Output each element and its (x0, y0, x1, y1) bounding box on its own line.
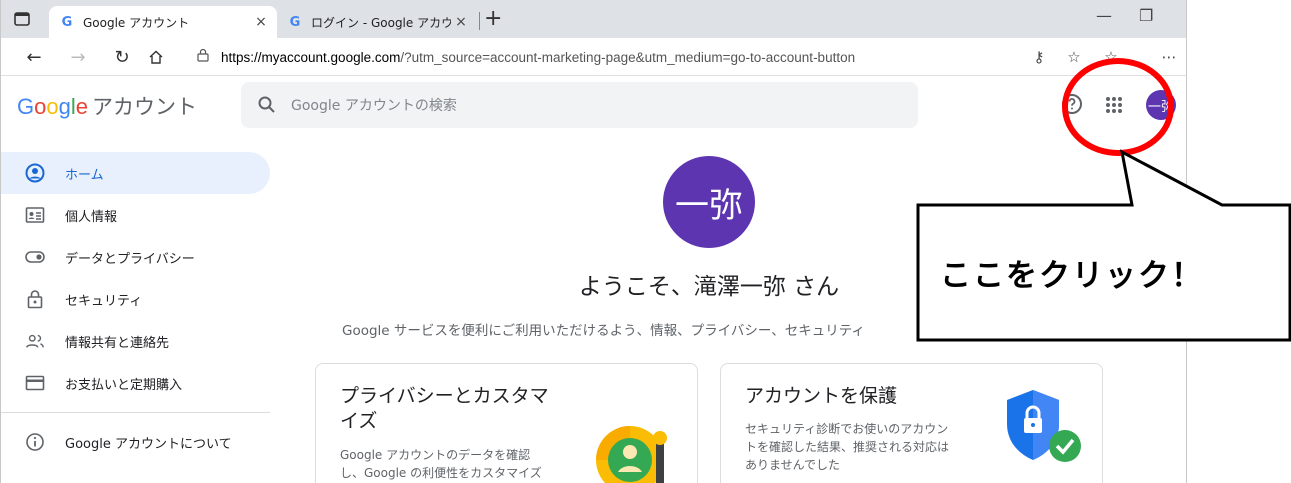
info-icon (25, 432, 45, 452)
new-tab-button[interactable]: + (484, 8, 502, 30)
sidebar-item-label: 個人情報 (65, 209, 118, 225)
sidebar-item-label: セキュリティ (65, 293, 143, 309)
card-description-cont: ありませんでした (745, 458, 841, 472)
minimize-icon[interactable]: — (1096, 6, 1112, 25)
key-icon[interactable]: ⚷ (1029, 47, 1049, 67)
toggle-icon (25, 247, 45, 267)
add-favorite-icon[interactable]: ☆ (1064, 47, 1084, 67)
window-menu-icon[interactable] (13, 10, 31, 28)
back-arrow-icon[interactable]: ← (23, 46, 45, 68)
tab-divider (479, 12, 480, 30)
home-icon[interactable] (145, 46, 167, 68)
callout-text: ここをクリック！ (940, 258, 1204, 294)
lock-icon (197, 48, 211, 66)
account-header: Google アカウント Google アカウントの検索 一弥 (1, 77, 1186, 139)
sidebar-item-label: ホーム (65, 167, 104, 183)
sidebar-item-label: データとプライバシー (65, 251, 195, 267)
sidebar-item-label: Google アカウントについて (65, 436, 232, 452)
tab-google-account[interactable]: G Google アカウント × (49, 6, 277, 38)
sidebar-item-about[interactable]: Google アカウントについて (1, 421, 276, 463)
sidebar-nav: ホーム 個人情報 データとプライバシー セキュリティ 情報共有と連絡先 お支払い… (1, 152, 276, 463)
google-favicon-icon: G (61, 14, 73, 30)
sidebar-item-label: お支払いと定期購入 (65, 377, 183, 393)
sidebar-item-sharing[interactable]: 情報共有と連絡先 (1, 320, 276, 362)
sidebar-item-data-privacy[interactable]: データとプライバシー (1, 236, 276, 278)
tab-strip: G Google アカウント × G ログイン - Google アカウント ×… (1, 0, 1186, 38)
security-card[interactable]: アカウントを保護 セキュリティ診断でお使いのアカウン トを確認した結果、推奨され… (720, 363, 1103, 483)
search-input[interactable]: Google アカウントの検索 (241, 82, 918, 128)
url-host: https://myaccount.google.com (221, 49, 401, 65)
highlight-circle (1062, 58, 1174, 156)
intro-text: Google サービスを便利にご利用いただけるよう、情報、プライバシー、セキュリ… (342, 323, 865, 339)
url-path: /?utm_source=account-marketing-page&utm_… (400, 49, 856, 65)
maximize-icon[interactable]: ❐ (1139, 6, 1153, 25)
sidebar-item-home[interactable]: ホーム (1, 152, 270, 194)
logo-subtitle: アカウント (92, 95, 198, 119)
sidebar-item-personal-info[interactable]: 個人情報 (1, 194, 276, 236)
lock-icon (25, 289, 45, 309)
card-title: アカウントを保護 (745, 385, 898, 407)
browser-toolbar: ← → ↻ https://myaccount.google.com/?utm_… (1, 38, 1186, 76)
card-description: Google アカウントのデータを確認 (340, 448, 531, 462)
privacy-card[interactable]: プライバシーとカスタマ イズ Google アカウントのデータを確認 し、Goo… (315, 363, 698, 483)
id-card-icon (25, 205, 45, 225)
privacy-illustration-icon (588, 412, 688, 483)
sidebar-item-security[interactable]: セキュリティ (1, 278, 276, 320)
people-icon (25, 331, 45, 351)
profile-avatar[interactable]: 一弥 (663, 156, 755, 248)
google-favicon-icon: G (289, 14, 301, 30)
browser-window: G Google アカウント × G ログイン - Google アカウント ×… (0, 0, 1187, 483)
account-circle-icon (25, 163, 45, 183)
credit-card-icon (25, 373, 45, 393)
main-content: 一弥 ようこそ、滝澤一弥 さん Google サービスを便利にご利用いただけるよ… (279, 139, 1186, 483)
tab-login[interactable]: G ログイン - Google アカウント × (277, 6, 477, 38)
card-description-cont: し、Google の利便性をカスタマイズ (340, 466, 542, 480)
card-title-cont: イズ (340, 410, 378, 432)
tab-title: Google アカウント (83, 15, 190, 30)
more-menu-icon[interactable]: ⋯ (1159, 47, 1179, 67)
search-placeholder: Google アカウントの検索 (291, 98, 457, 114)
close-tab-icon[interactable]: × (251, 14, 271, 30)
card-title: プライバシーとカスタマ (340, 385, 549, 407)
forward-arrow-icon[interactable]: → (67, 46, 89, 68)
card-description-cont: トを確認した結果、推奨される対応は (745, 440, 950, 454)
close-tab-icon[interactable]: × (451, 14, 471, 30)
address-bar[interactable]: https://myaccount.google.com/?utm_source… (185, 42, 885, 72)
sidebar-item-payments[interactable]: お支払いと定期購入 (1, 362, 276, 404)
search-icon (257, 95, 277, 115)
sidebar-divider (1, 412, 270, 413)
shield-check-icon (1003, 388, 1085, 472)
tab-title: ログイン - Google アカウント (311, 15, 451, 30)
reload-icon[interactable]: ↻ (111, 46, 133, 68)
sidebar-item-label: 情報共有と連絡先 (65, 335, 170, 351)
card-description: セキュリティ診断でお使いのアカウン (745, 422, 949, 436)
google-account-logo[interactable]: Google アカウント (17, 91, 197, 121)
